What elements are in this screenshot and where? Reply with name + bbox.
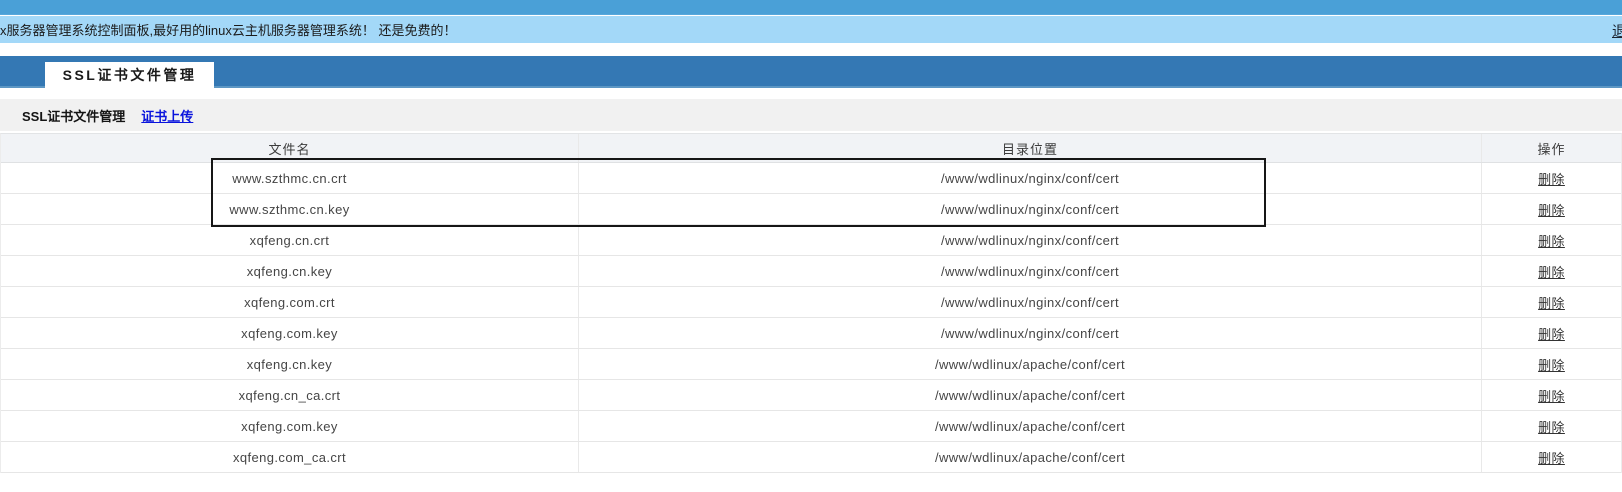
cell-action: 删除 [1482,349,1621,379]
cell-action: 删除 [1482,256,1621,286]
section-header-bar: SSL证书文件管理 [0,56,1622,88]
delete-link[interactable]: 删除 [1538,386,1565,405]
cert-file-table: 文件名 目录位置 操作 www.szthmc.cn.crt/www/wdlinu… [0,133,1622,473]
table-row: xqfeng.com.crt/www/wdlinux/nginx/conf/ce… [1,287,1621,318]
cell-filename: xqfeng.com.key [1,318,579,348]
page-title: SSL证书文件管理 [22,106,125,125]
delete-link[interactable]: 删除 [1538,448,1565,467]
announcement-text: x服务器管理系统控制面板,最好用的linux云主机服务器管理系统！ 还是免费的！ [0,20,456,39]
cell-directory: /www/wdlinux/nginx/conf/cert [579,318,1482,348]
delete-link[interactable]: 删除 [1538,169,1565,188]
cell-filename: www.szthmc.cn.crt [1,163,579,193]
table-row: xqfeng.com.key/www/wdlinux/nginx/conf/ce… [1,318,1621,349]
delete-link[interactable]: 删除 [1538,293,1565,312]
cell-filename: xqfeng.cn.key [1,256,579,286]
column-header-action: 操作 [1482,134,1621,162]
table-row: xqfeng.com_ca.crt/www/wdlinux/apache/con… [1,442,1621,473]
cell-filename: xqfeng.com_ca.crt [1,442,579,472]
cert-upload-link[interactable]: 证书上传 [141,106,193,125]
screen: x服务器管理系统控制面板,最好用的linux云主机服务器管理系统！ 还是免费的！… [0,0,1622,492]
cell-directory: /www/wdlinux/apache/conf/cert [579,442,1482,472]
cell-filename: xqfeng.com.key [1,411,579,441]
table-row: xqfeng.com.key/www/wdlinux/apache/conf/c… [1,411,1621,442]
column-header-filename: 文件名 [1,134,579,162]
corner-link[interactable]: 退 [1612,21,1622,41]
table-row: xqfeng.cn.crt/www/wdlinux/nginx/conf/cer… [1,225,1621,256]
announcement-banner: x服务器管理系统控制面板,最好用的linux云主机服务器管理系统！ 还是免费的！… [0,16,1622,43]
cell-directory: /www/wdlinux/nginx/conf/cert [579,256,1482,286]
cell-filename: xqfeng.cn.crt [1,225,579,255]
table-header-row: 文件名 目录位置 操作 [1,134,1621,163]
cell-directory: /www/wdlinux/nginx/conf/cert [579,287,1482,317]
delete-link[interactable]: 删除 [1538,417,1565,436]
cell-action: 删除 [1482,287,1621,317]
cell-filename: xqfeng.cn.key [1,349,579,379]
cell-directory: /www/wdlinux/nginx/conf/cert [579,194,1482,224]
cell-directory: /www/wdlinux/nginx/conf/cert [579,163,1482,193]
table-row: www.szthmc.cn.crt/www/wdlinux/nginx/conf… [1,163,1621,194]
table-row: xqfeng.cn.key/www/wdlinux/apache/conf/ce… [1,349,1621,380]
cell-action: 删除 [1482,380,1621,410]
table-row: xqfeng.cn.key/www/wdlinux/nginx/conf/cer… [1,256,1621,287]
toolbar: SSL证书文件管理 证书上传 [0,99,1622,131]
delete-link[interactable]: 删除 [1538,200,1565,219]
cell-directory: /www/wdlinux/nginx/conf/cert [579,225,1482,255]
cell-filename: xqfeng.cn_ca.crt [1,380,579,410]
cell-filename: xqfeng.com.crt [1,287,579,317]
table-row: www.szthmc.cn.key/www/wdlinux/nginx/conf… [1,194,1621,225]
cell-directory: /www/wdlinux/apache/conf/cert [579,411,1482,441]
cell-action: 删除 [1482,163,1621,193]
delete-link[interactable]: 删除 [1538,231,1565,250]
cell-action: 删除 [1482,194,1621,224]
cell-directory: /www/wdlinux/apache/conf/cert [579,349,1482,379]
delete-link[interactable]: 删除 [1538,355,1565,374]
top-title-bar [0,0,1622,15]
tab-label: SSL证书文件管理 [63,65,197,85]
cell-action: 删除 [1482,225,1621,255]
cell-directory: /www/wdlinux/apache/conf/cert [579,380,1482,410]
cell-action: 删除 [1482,318,1621,348]
delete-link[interactable]: 删除 [1538,324,1565,343]
table-body: www.szthmc.cn.crt/www/wdlinux/nginx/conf… [1,163,1621,473]
column-header-directory: 目录位置 [579,134,1482,162]
tab-ssl-cert-management[interactable]: SSL证书文件管理 [45,62,214,88]
cell-action: 删除 [1482,411,1621,441]
table-row: xqfeng.cn_ca.crt/www/wdlinux/apache/conf… [1,380,1621,411]
delete-link[interactable]: 删除 [1538,262,1565,281]
cell-filename: www.szthmc.cn.key [1,194,579,224]
cell-action: 删除 [1482,442,1621,472]
